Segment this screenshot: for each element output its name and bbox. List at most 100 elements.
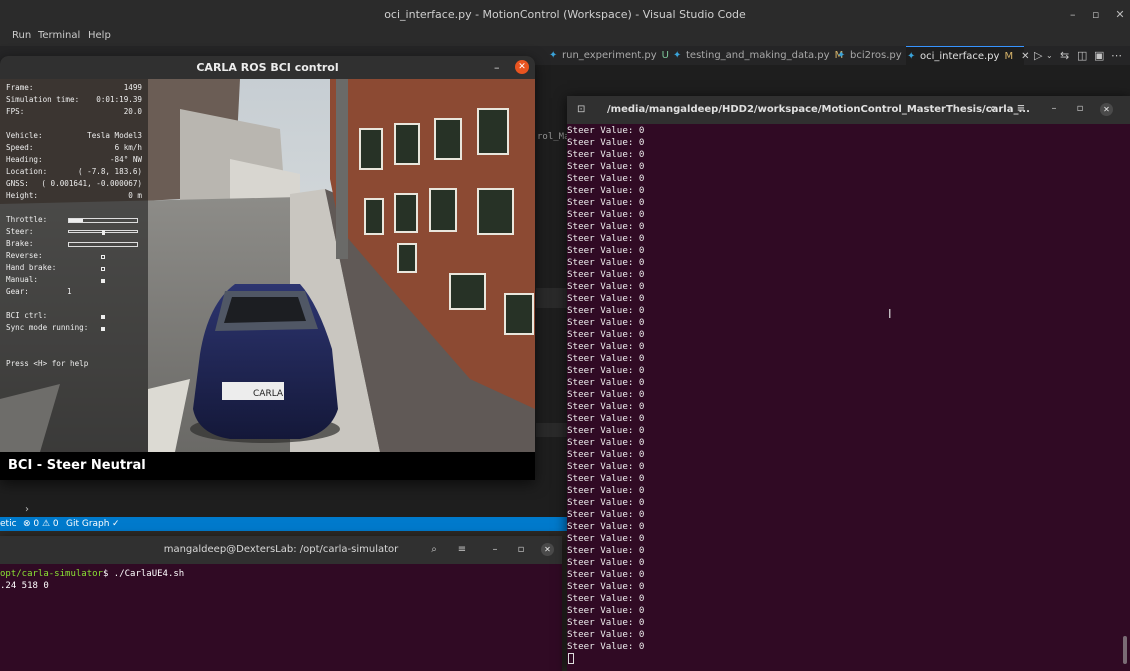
terminal-line: Steer Value: 0: [567, 569, 645, 580]
chevron-right-icon[interactable]: ›: [25, 504, 29, 515]
tab-close-icon[interactable]: ✕: [1021, 51, 1029, 62]
bci-status-text: BCI - Steer Neutral: [8, 458, 146, 473]
menu-run[interactable]: Run: [12, 30, 31, 41]
maximize-icon[interactable]: ▫: [512, 542, 530, 558]
vscode-titlebar: oci_interface.py - MotionControl (Worksp…: [0, 0, 1130, 30]
bci-indicator: [101, 315, 105, 319]
terminal-titlebar: ⊡ /media/mangaldeep/HDD2/workspace/Motio…: [567, 96, 1130, 124]
python-file-icon: ✦: [673, 50, 682, 61]
hud-fps-label: FPS:: [6, 107, 25, 116]
hud-sim-time-label: Simulation time:: [6, 95, 80, 104]
terminal-titlebar: mangaldeep@DextersLab: /opt/carla-simula…: [0, 536, 562, 564]
hud-steer-label: Steer:: [6, 227, 34, 236]
close-icon[interactable]: ✕: [1100, 103, 1113, 116]
layout-icon[interactable]: ▣: [1094, 49, 1104, 62]
hud-throttle-label: Throttle:: [6, 215, 48, 224]
tab-bci2ros[interactable]: ✦ bci2ros.py: [836, 46, 902, 66]
scrollbar-thumb[interactable]: [1123, 636, 1127, 664]
hud-frame-label: Frame:: [6, 83, 34, 92]
hamburger-menu-icon[interactable]: ≡: [453, 542, 471, 558]
terminal-line: Steer Value: 0: [567, 545, 645, 556]
python-file-icon: ✦: [837, 50, 846, 61]
maximize-icon[interactable]: ▫: [1071, 101, 1089, 117]
terminal-line: Steer Value: 0: [567, 137, 645, 148]
status-git-graph[interactable]: Git Graph: [66, 517, 109, 531]
minimize-icon[interactable]: –: [494, 56, 500, 79]
hud-brake-label: Brake:: [6, 239, 34, 248]
menu-help[interactable]: Help: [88, 30, 111, 41]
terminal-window-steer: ⊡ /media/mangaldeep/HDD2/workspace/Motio…: [567, 96, 1130, 671]
hud-height-label: Height:: [6, 191, 39, 200]
hud-location-value: ( -7.8, 183.6): [77, 167, 142, 176]
terminal-line: Steer Value: 0: [567, 437, 645, 448]
terminal-line: Steer Value: 0: [567, 533, 645, 544]
terminal-line: Steer Value: 0: [567, 389, 645, 400]
terminal-line: Steer Value: 0: [567, 257, 645, 268]
handbrake-indicator: [101, 267, 105, 271]
status-problems[interactable]: ⊗ 0 ⚠ 0: [23, 517, 59, 531]
terminal-line: Steer Value: 0: [567, 521, 645, 532]
terminal-line: Steer Value: 0: [567, 641, 645, 652]
split-editor-icon[interactable]: ◫: [1077, 49, 1087, 62]
minimize-icon[interactable]: –: [1070, 0, 1076, 30]
terminal-line: Steer Value: 0: [567, 233, 645, 244]
compare-icon[interactable]: ⇆: [1060, 49, 1069, 62]
hud-frame-value: 1499: [123, 83, 142, 92]
hud-speed-label: Speed:: [6, 143, 34, 152]
tab-testing-and-making-data[interactable]: ✦ testing_and_making_data.py M: [672, 46, 843, 66]
hamburger-menu-icon[interactable]: ≡: [1012, 101, 1030, 117]
search-icon[interactable]: ⌕: [984, 101, 1002, 117]
terminal-line: Steer Value: 0: [567, 485, 645, 496]
terminal-title: /media/mangaldeep/HDD2/workspace/MotionC…: [607, 104, 1030, 115]
close-icon[interactable]: ✕: [541, 543, 554, 556]
tab-oci-interface[interactable]: ✦ oci_interface.py M ✕: [906, 46, 1029, 66]
status-bar: etic ⊗ 0 ⚠ 0 Git Graph ✓: [0, 517, 567, 531]
menu-terminal[interactable]: Terminal: [38, 30, 80, 41]
status-check-icon[interactable]: ✓: [112, 517, 120, 531]
search-icon[interactable]: ⌕: [425, 542, 443, 558]
tab-run-experiment[interactable]: ✦ run_experiment.py U: [548, 46, 669, 66]
terminal-line: Steer Value: 0: [567, 377, 645, 388]
hud-gear-label: Gear:: [6, 287, 29, 296]
more-actions-icon[interactable]: ⋯: [1111, 49, 1122, 62]
close-icon[interactable]: ✕: [515, 60, 529, 74]
desktop: oci_interface.py - MotionControl (Worksp…: [0, 0, 1130, 671]
terminal-line: Steer Value: 0: [567, 125, 645, 136]
terminal-line: Steer Value: 0: [567, 281, 645, 292]
hud-reverse-label: Reverse:: [6, 251, 43, 260]
maximize-icon[interactable]: ▫: [1092, 0, 1099, 30]
hud-sync-label: Sync mode running:: [6, 323, 89, 332]
hud-manual-label: Manual:: [6, 275, 39, 284]
vscode-menubar: Run Terminal Help: [0, 30, 1130, 46]
hud-fps-value: 20.0: [123, 107, 142, 116]
tab-label: testing_and_making_data.py: [686, 50, 830, 61]
terminal-line: Steer Value: 0: [567, 473, 645, 484]
terminal-line: Steer Value: 0: [567, 413, 645, 424]
hud-vehicle-label: Vehicle:: [6, 131, 43, 140]
terminal-output[interactable]: Steer Value: 0 Steer Value: 0 Steer Value:…: [567, 125, 1127, 664]
run-icon[interactable]: ▷: [1034, 49, 1042, 62]
minimize-icon[interactable]: –: [1045, 101, 1063, 117]
hud-handbrake-label: Hand brake:: [6, 263, 57, 272]
hud-location-label: Location:: [6, 167, 48, 176]
terminal-line: Steer Value: 0: [567, 605, 645, 616]
terminal-line: Steer Value: 0: [567, 617, 645, 628]
terminal-line: Steer Value: 0: [567, 449, 645, 460]
editor-text-fragment: rol_Ma: [537, 132, 570, 142]
terminal-line: Steer Value: 0: [567, 317, 645, 328]
new-tab-icon[interactable]: ⊡: [577, 96, 585, 124]
terminal-line: Steer Value: 0: [567, 509, 645, 520]
terminal-line: Steer Value: 0: [567, 329, 645, 340]
minimize-icon[interactable]: –: [486, 542, 504, 558]
terminal-output[interactable]: opt/carla-simulator$ ./CarlaUE4.sh .24 5…: [0, 564, 562, 592]
close-icon[interactable]: ✕: [1114, 0, 1126, 21]
throttle-bar: [68, 218, 138, 223]
brake-bar: [68, 242, 138, 247]
terminal-line: Steer Value: 0: [567, 293, 645, 304]
chevron-down-icon[interactable]: ⌄: [1046, 51, 1053, 60]
carla-window: CARLA ROS BCI control – ✕ CARLA Frame: 1…: [0, 56, 535, 480]
terminal-title: mangaldeep@DextersLab: /opt/carla-simula…: [163, 544, 399, 555]
terminal-cursor: [568, 653, 574, 664]
carla-titlebar: CARLA ROS BCI control – ✕: [0, 56, 535, 79]
status-remote[interactable]: etic: [0, 517, 17, 531]
